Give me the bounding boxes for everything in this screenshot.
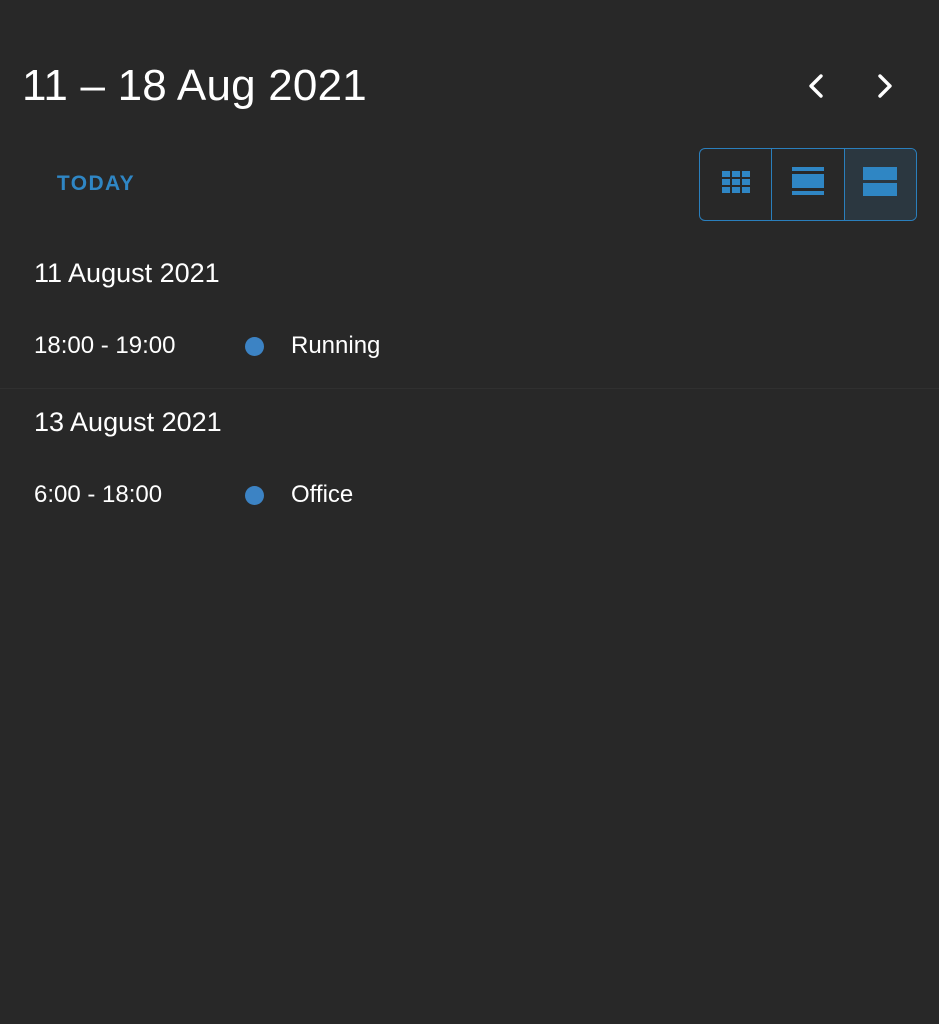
event-time: 18:00 - 19:00: [34, 332, 176, 359]
today-button[interactable]: TODAY: [20, 152, 172, 216]
day-group: 11 August 2021 18:00 - 19:00 Running: [0, 240, 939, 388]
event-color-dot: [245, 337, 264, 356]
month-view-button[interactable]: [700, 149, 771, 220]
chevron-right-icon: [874, 71, 896, 101]
date-range-title: 11 – 18 Aug 2021: [22, 61, 367, 110]
week-list-view-button[interactable]: [771, 149, 843, 220]
day-heading: 13 August 2021: [34, 407, 222, 437]
view-switcher: [699, 148, 917, 221]
day-group: 13 August 2021 6:00 - 18:00 Office: [0, 388, 939, 536]
event-list: 11 August 2021 18:00 - 19:00 Running 13 …: [0, 240, 939, 536]
week-list-icon: [791, 167, 824, 202]
day-list-view-button[interactable]: [843, 149, 916, 220]
day-list-icon: [863, 167, 898, 202]
event-time: 6:00 - 18:00: [34, 481, 163, 508]
day-heading: 11 August 2021: [34, 258, 220, 288]
event-row-office[interactable]: 6:00 - 18:00 Office: [0, 477, 939, 513]
calendar-header: 11 – 18 Aug 2021: [0, 0, 939, 140]
event-title: Office: [291, 481, 354, 508]
event-title: Running: [291, 332, 381, 359]
event-color-dot: [245, 486, 264, 505]
previous-button[interactable]: [792, 62, 840, 110]
next-button[interactable]: [861, 62, 909, 110]
chevron-left-icon: [805, 71, 827, 101]
event-row-running[interactable]: 18:00 - 19:00 Running: [0, 328, 939, 364]
calendar-card: 11 – 18 Aug 2021 TODAY 11 August 2021 18…: [0, 0, 939, 1024]
month-grid-icon: [721, 171, 750, 198]
